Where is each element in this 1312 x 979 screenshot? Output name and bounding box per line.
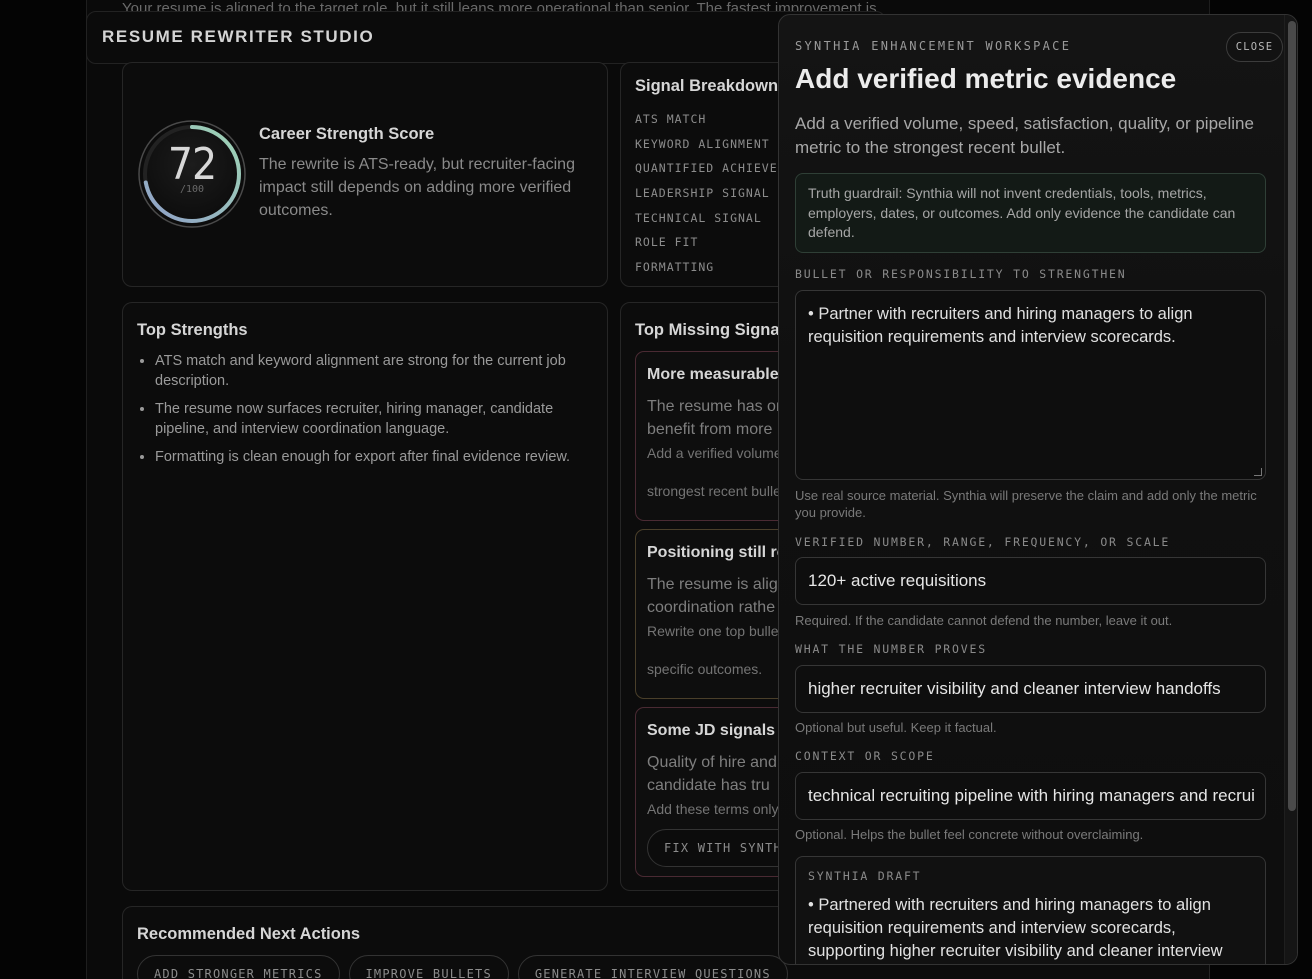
score-readout: 72 /100 bbox=[137, 119, 247, 229]
panel-scrollbar[interactable] bbox=[1284, 15, 1297, 964]
context-scope-input[interactable]: technical recruiting pipeline with hirin… bbox=[795, 772, 1266, 820]
list-item: Formatting is clean enough for export af… bbox=[155, 447, 595, 467]
missing-signal-action: Add a verified volume bbox=[647, 445, 782, 461]
synthia-draft-label: SYNTHIA DRAFT bbox=[808, 869, 922, 883]
panel-description: Add a verified volume, speed, satisfacti… bbox=[795, 114, 1254, 157]
bullet-textarea[interactable]: • Partner with recruiters and hiring man… bbox=[795, 290, 1266, 480]
app-header: RESUME REWRITER STUDIO bbox=[86, 11, 886, 64]
strengths-card: Top Strengths ATS match and keyword alig… bbox=[122, 302, 608, 891]
bullet-help-text: Use real source material. Synthia will p… bbox=[795, 488, 1257, 520]
strengths-list: ATS match and keyword alignment are stro… bbox=[155, 351, 595, 475]
missing-signal-action: Add these terms only bbox=[647, 801, 779, 817]
recommended-actions: ADD STRONGER METRICS IMPROVE BULLETS GEN… bbox=[137, 955, 788, 979]
context-help-text: Optional. Helps the bullet feel concrete… bbox=[795, 827, 1144, 842]
panel-title: Add verified metric evidence bbox=[795, 63, 1177, 94]
missing-signal-title: More measurable bbox=[647, 366, 779, 383]
improve-bullets-button[interactable]: IMPROVE BULLETS bbox=[348, 955, 509, 979]
panel-eyebrow: SYNTHIA ENHANCEMENT WORKSPACE bbox=[795, 39, 1072, 53]
missing-signal-action: specific outcomes. bbox=[647, 661, 763, 677]
missing-signal-title: Some JD signals a bbox=[647, 722, 789, 739]
score-title: Career Strength Score bbox=[259, 125, 435, 143]
number-help-text: Required. If the candidate cannot defend… bbox=[795, 613, 1173, 628]
what-number-proves-input[interactable]: higher recruiter visibility and cleaner … bbox=[795, 665, 1266, 713]
proves-help-text: Optional but useful. Keep it factual. bbox=[795, 720, 997, 735]
score-description: The rewrite is ATS-ready, but recruiter-… bbox=[259, 156, 575, 219]
bullet-field-label: BULLET OR RESPONSIBILITY TO STRENGTHEN bbox=[795, 267, 1127, 281]
strengths-title: Top Strengths bbox=[137, 321, 248, 339]
verified-number-input[interactable]: 120+ active requisitions bbox=[795, 557, 1266, 605]
score-max: /100 bbox=[179, 184, 205, 195]
scrollbar-thumb[interactable] bbox=[1288, 21, 1296, 811]
add-stronger-metrics-button[interactable]: ADD STRONGER METRICS bbox=[137, 955, 340, 979]
missing-signal-action: Rewrite one top bulle bbox=[647, 623, 779, 639]
proves-field-label: WHAT THE NUMBER PROVES bbox=[795, 642, 987, 656]
close-button[interactable]: CLOSE bbox=[1226, 32, 1283, 62]
enhancement-panel: SYNTHIA ENHANCEMENT WORKSPACE CLOSE Add … bbox=[778, 14, 1298, 965]
score-value: 72 bbox=[167, 139, 217, 190]
signal-breakdown-title: Signal Breakdown bbox=[635, 77, 779, 95]
missing-signal-title: Positioning still re bbox=[647, 544, 786, 561]
synthia-draft-box: SYNTHIA DRAFT • Partnered with recruiter… bbox=[795, 856, 1266, 964]
missing-signals-title: Top Missing Signals bbox=[635, 321, 794, 339]
list-item: The resume now surfaces recruiter, hirin… bbox=[155, 399, 595, 439]
synthia-draft-text: • Partnered with recruiters and hiring m… bbox=[808, 896, 1223, 960]
generate-interview-questions-button[interactable]: GENERATE INTERVIEW QUESTIONS bbox=[517, 955, 788, 979]
number-field-label: VERIFIED NUMBER, RANGE, FREQUENCY, OR SC… bbox=[795, 535, 1171, 549]
truth-guardrail-notice: Truth guardrail: Synthia will not invent… bbox=[795, 173, 1266, 253]
score-card: 72 /100 Career Strength Score The rewrit… bbox=[122, 62, 608, 287]
context-field-label: CONTEXT OR SCOPE bbox=[795, 749, 935, 763]
app-title: RESUME REWRITER STUDIO bbox=[102, 27, 375, 46]
missing-signal-action: strongest recent bulle bbox=[647, 483, 781, 499]
bullet-text: • Partner with recruiters and hiring man… bbox=[808, 305, 1193, 346]
recommended-actions-title: Recommended Next Actions bbox=[137, 925, 361, 943]
list-item: ATS match and keyword alignment are stro… bbox=[155, 351, 595, 391]
resize-handle-icon[interactable] bbox=[1254, 468, 1262, 476]
